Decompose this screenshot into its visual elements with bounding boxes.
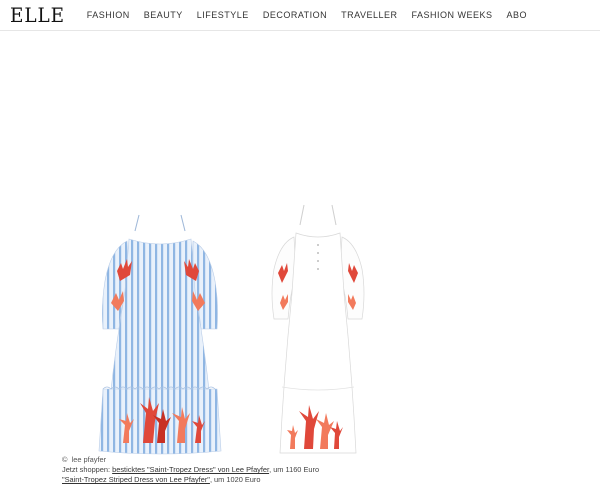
nav-decoration[interactable]: DECORATION <box>263 10 327 20</box>
caption-price-1: , um 1160 Euro <box>269 465 320 475</box>
caption-price-2: , um 1020 Euro <box>209 475 261 485</box>
caption-line-2: "Saint-Tropez Striped Dress von Lee Pfay… <box>62 475 562 485</box>
elle-logo[interactable]: ELLE <box>10 0 65 30</box>
link-striped-dress[interactable]: "Saint-Tropez Striped Dress von Lee Pfay… <box>62 475 210 484</box>
nav-fashion-weeks[interactable]: FASHION WEEKS <box>412 10 493 20</box>
caption-prefix: Jetzt shoppen: <box>62 465 113 475</box>
link-embroidered-dress[interactable]: besticktes "Saint-Tropez Dress" von Lee … <box>112 465 269 474</box>
nav-abo[interactable]: ABO <box>507 10 528 20</box>
nav-traveller[interactable]: TRAVELLER <box>341 10 397 20</box>
striped-dress-image[interactable] <box>95 211 225 456</box>
nav-beauty[interactable]: BEAUTY <box>144 10 183 20</box>
nav-fashion[interactable]: FASHION <box>87 10 130 20</box>
photo-credit: © lee pfayfer <box>62 455 562 465</box>
article-image: © lee pfayfer Jetzt shoppen: besticktes … <box>0 31 600 502</box>
top-navigation: ELLE FASHION BEAUTY LIFESTYLE DECORATION… <box>0 0 600 31</box>
credit-text: lee pfayfer <box>71 455 107 464</box>
white-embroidered-dress-image[interactable] <box>268 203 368 456</box>
image-caption: © lee pfayfer Jetzt shoppen: besticktes … <box>62 455 562 486</box>
caption-line-1: Jetzt shoppen: besticktes "Saint-Tropez … <box>62 465 562 475</box>
copyright-icon: © <box>62 455 68 464</box>
nav-lifestyle[interactable]: LIFESTYLE <box>197 10 249 20</box>
